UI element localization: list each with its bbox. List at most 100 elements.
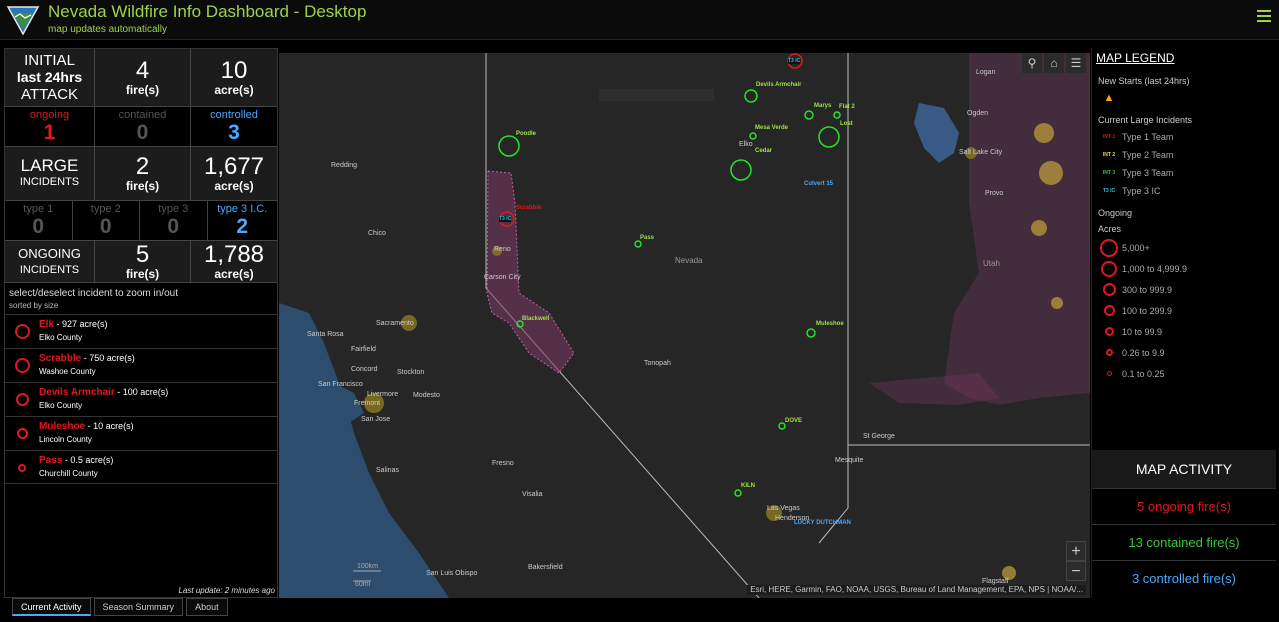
zoom-out-button[interactable]: − xyxy=(1066,561,1086,581)
fire-label[interactable]: Pass xyxy=(640,235,654,241)
place-label: Reno xyxy=(494,246,511,253)
place-label: Visalia xyxy=(522,491,543,498)
layers-icon[interactable]: ☰ xyxy=(1066,53,1086,73)
incident-item-devils-armchair[interactable]: Devils Armchair - 100 acre(s) Elko Count… xyxy=(5,382,277,416)
place-label: Ogden xyxy=(967,110,989,117)
app-header: Nevada Wildfire Info Dashboard - Desktop… xyxy=(0,0,1279,40)
incident-size-ring-icon xyxy=(18,464,26,472)
fire-label[interactable]: Flat 2 xyxy=(839,104,855,110)
place-label: Stockton xyxy=(397,369,425,376)
search-icon[interactable]: ⚲ xyxy=(1022,53,1042,73)
incident-acres: - 100 acre(s) xyxy=(114,387,169,397)
size-ring-icon xyxy=(1106,371,1112,376)
incident-item-scrabble[interactable]: Scrabble - 750 acre(s) Washoe County xyxy=(5,348,277,382)
fire-label[interactable]: Muleshoe xyxy=(816,321,844,327)
place-label: Las Vegas xyxy=(767,505,800,512)
large-acres: 1,677 acre(s) xyxy=(191,147,277,200)
ongoing-incidents-label: ONGOING INCIDENTS xyxy=(5,241,95,282)
type3-count: type 3 0 xyxy=(140,201,208,240)
place-label: Sacramento xyxy=(376,320,414,327)
type2-count: type 2 0 xyxy=(72,201,140,240)
initial-fires: 4 fire(s) xyxy=(95,49,191,106)
legend-new-starts: New Starts (last 24hrs) xyxy=(1098,76,1190,86)
legend-type2: INT 2 Type 2 Team xyxy=(1102,150,1174,160)
home-icon[interactable]: ⌂ xyxy=(1044,53,1064,73)
place-label: Livermore xyxy=(367,391,399,398)
incident-acres: - 10 acre(s) xyxy=(85,421,134,431)
incident-size-ring-icon xyxy=(15,358,30,373)
large-fires: 2 fire(s) xyxy=(95,147,191,200)
legend-type3ic: T3 IC Type 3 IC xyxy=(1102,186,1161,196)
size-label: 1,000 to 4,999.9 xyxy=(1122,263,1188,274)
place-label: Fresno xyxy=(492,460,514,467)
size-ring-icon xyxy=(1103,305,1115,316)
place-label: Carson City xyxy=(484,274,521,281)
hamburger-menu-icon[interactable] xyxy=(1257,10,1271,24)
incident-item-muleshoe[interactable]: Muleshoe - 10 acre(s) Lincoln County xyxy=(5,416,277,450)
initial-ongoing: ongoing 1 xyxy=(5,107,95,146)
place-label: Utah xyxy=(983,259,1000,268)
place-label: Bakersfield xyxy=(528,564,563,571)
size-label: 10 to 99.9 xyxy=(1122,326,1163,337)
fire-label[interactable]: Mesa Verde xyxy=(755,125,788,131)
place-label: San Francisco xyxy=(318,381,363,388)
fire-label[interactable]: Marys xyxy=(814,103,831,109)
t3ic-badge-icon: T3 IC xyxy=(499,216,512,222)
initial-controlled: controlled 3 xyxy=(191,107,277,146)
fire-label[interactable]: Poodle xyxy=(516,131,536,137)
app-subtitle: map updates automatically xyxy=(48,24,167,35)
fire-label[interactable]: Cedar xyxy=(755,148,772,154)
tab-current-activity[interactable]: Current Activity xyxy=(12,598,91,616)
legend-type1: INT 1 Type 1 Team xyxy=(1102,132,1174,142)
int3-badge-icon: INT 3 xyxy=(1102,170,1116,176)
ongoing-fires-toggle[interactable]: 5 ongoing fire(s) xyxy=(1092,488,1276,524)
contained-fires-toggle[interactable]: 13 contained fire(s) xyxy=(1092,524,1276,560)
place-label: Redding xyxy=(331,162,358,169)
incident-county: Lincoln County xyxy=(39,435,92,444)
size-ring-icon xyxy=(1105,349,1113,356)
large-incidents-label: LARGE INCIDENTS xyxy=(5,147,95,200)
fire-label[interactable]: KILN xyxy=(741,483,755,489)
tab-season-summary[interactable]: Season Summary xyxy=(93,598,184,616)
incident-acres: - 0.5 acre(s) xyxy=(62,455,114,465)
fire-label[interactable]: Lost xyxy=(840,121,853,127)
incident-name: Muleshoe xyxy=(39,421,86,432)
tab-about[interactable]: About xyxy=(186,598,228,616)
legend-ongoing: Ongoing xyxy=(1098,208,1133,218)
legend-panel: MAP LEGEND New Starts (last 24hrs) ▲ Cur… xyxy=(1091,48,1276,598)
map-view[interactable]: Redding Chico Reno Carson City Santa Ros… xyxy=(279,53,1090,598)
place-label: Provo xyxy=(985,190,1004,197)
zoom-in-button[interactable]: + xyxy=(1066,541,1086,561)
size-ring-icon xyxy=(1100,238,1118,257)
legend-title: MAP LEGEND xyxy=(1096,51,1175,65)
large-type-row: type 1 0 type 2 0 type 3 0 type 3 I.C. 2 xyxy=(5,201,277,241)
fire-label[interactable]: Devils Armchair xyxy=(756,82,801,88)
initial-acres: 10 acre(s) xyxy=(191,49,277,106)
place-label: Modesto xyxy=(413,392,440,399)
incident-item-pass[interactable]: Pass - 0.5 acre(s) Churchill County xyxy=(5,450,277,484)
initial-contained: contained 0 xyxy=(95,107,191,146)
initial-status-row: ongoing 1 contained 0 controlled 3 xyxy=(5,107,277,147)
place-label: Flagstaff xyxy=(982,578,1009,585)
place-label: Chico xyxy=(368,230,386,237)
type1-count: type 1 0 xyxy=(5,201,73,240)
blm-logo xyxy=(6,6,40,36)
place-label: Salinas xyxy=(376,467,399,474)
fire-label[interactable]: LUCKY DUTCHMAN xyxy=(794,520,851,526)
incident-acres: - 927 acre(s) xyxy=(54,319,108,329)
incident-name: Pass xyxy=(39,455,63,466)
incident-county: Elko County xyxy=(39,401,83,410)
map-attribution[interactable]: Esri, HERE, Garmin, FAO, NOAA, USGS, Bur… xyxy=(747,585,1086,595)
place-label: Salt Lake City xyxy=(959,149,1003,156)
fire-label[interactable]: Scrabble xyxy=(516,205,541,211)
fire-label[interactable]: Blackwell xyxy=(522,316,549,322)
fire-label[interactable]: DOVE xyxy=(785,418,802,424)
incident-size-ring-icon xyxy=(15,324,30,339)
place-label: Fremont xyxy=(354,400,381,407)
int1-badge-icon: INT 1 xyxy=(1102,134,1116,140)
controlled-fires-toggle[interactable]: 3 controlled fire(s) xyxy=(1092,560,1276,596)
place-label: St George xyxy=(863,433,895,440)
place-label: Concord xyxy=(351,366,378,373)
incident-item-elk[interactable]: Elk - 927 acre(s) Elko County xyxy=(5,314,277,348)
fire-label[interactable]: Culvert 15 xyxy=(804,181,833,187)
